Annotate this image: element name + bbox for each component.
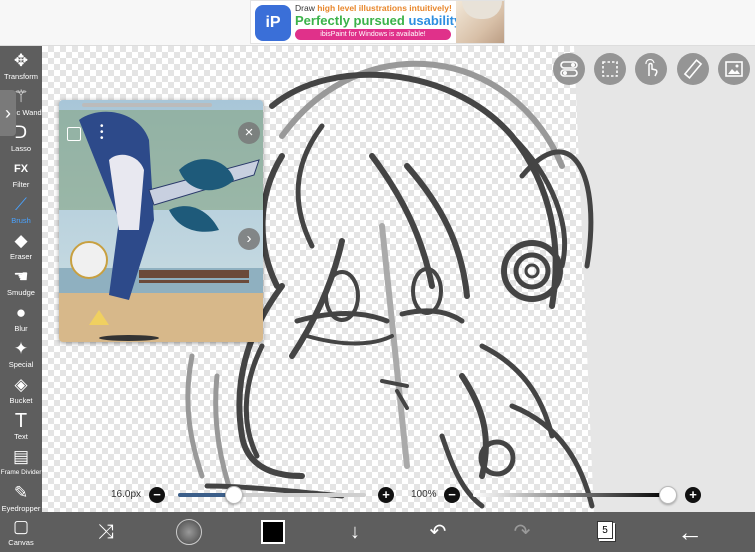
brush-size-minus-button[interactable]: − [149,487,165,503]
brush-size-plus-button[interactable]: + [378,487,394,503]
brush-icon: ⟋ [15,195,27,214]
tool-text[interactable]: T Text [0,410,42,446]
reference-checkbox-icon[interactable] [67,127,81,141]
smudge-icon: ☚ [13,267,29,286]
tool-frame-divider[interactable]: ▤ Frame Divider [0,446,42,482]
reference-image-button[interactable] [718,53,750,85]
more-vertical-icon[interactable]: • • • [100,122,106,144]
redo-icon[interactable]: ↷ [502,512,542,552]
bucket-icon: ◈ [14,375,28,394]
back-arrow-icon[interactable]: ← [670,512,710,552]
tool-bucket[interactable]: ◈ Bucket [0,374,42,410]
ad-bar: iP Draw high level illustrations intuiti… [0,0,755,46]
selection-icon [602,61,618,77]
close-icon[interactable]: × [238,122,260,144]
tool-special[interactable]: ✦ Special [0,338,42,374]
layers-button[interactable]: 5 [597,521,613,539]
move-icon: ✥ [13,51,29,70]
brush-preview[interactable] [176,519,202,545]
ad-headline: Draw high level illustrations intuitivel… [295,3,452,13]
tool-eraser[interactable]: ◆ Eraser [0,230,42,266]
swap-icon[interactable]: ⤨ [86,512,126,552]
text-icon: T [14,410,28,432]
tool-filter[interactable]: FX Filter [0,158,42,194]
ibispaint-logo: iP [255,5,291,41]
frame-divider-icon: ▤ [12,447,30,466]
tool-smudge[interactable]: ☚ Smudge [0,266,42,302]
chevron-right-icon[interactable]: › [0,90,16,136]
reference-drag-handle[interactable] [82,103,212,107]
ruler-button[interactable] [677,53,709,85]
ad-tagline: Perfectly pursued usability! [295,13,466,28]
reference-window[interactable] [59,100,263,342]
ad-banner[interactable]: iP Draw high level illustrations intuiti… [250,0,505,44]
tool-canvas[interactable]: ▢ Canvas [0,516,42,552]
special-sparkle-icon: ✦ [13,339,29,358]
selection-button[interactable] [594,53,626,85]
layer-toggle-button[interactable] [553,53,585,85]
chevron-right-icon[interactable]: › [238,228,260,250]
blur-drop-icon: ● [15,303,27,322]
color-swatch[interactable] [261,520,285,544]
ad-character-image [456,1,504,43]
ruler-icon [683,59,703,79]
fx-icon: FX [13,163,29,175]
ad-pill: ibisPaint for Windows is available! [295,29,451,40]
hand-touch-button[interactable] [635,53,667,85]
reference-artwork-image [59,100,263,342]
opacity-value: 100% [411,489,437,500]
arrow-down-icon[interactable]: ↓ [335,512,375,552]
undo-icon[interactable]: ↶ [418,512,458,552]
opacity-minus-button[interactable]: − [444,487,460,503]
tool-blur[interactable]: ● Blur [0,302,42,338]
hand-touch-icon [645,59,658,77]
tool-brush[interactable]: ⟋ Brush [0,194,42,230]
canvas-icon: ▢ [12,517,30,536]
opacity-slider-track[interactable] [473,493,668,497]
bottom-toolbar: ⤨ ↓ ↶ ↷ ← [42,512,755,552]
eraser-icon: ◆ [14,231,28,250]
opacity-plus-button[interactable]: + [685,487,701,503]
tool-transform[interactable]: ✥ Transform [0,50,42,86]
layer-toggle-icon [560,61,578,77]
reference-image-icon [725,61,743,77]
brush-size-value: 16.0px [111,489,142,500]
opacity-slider-knob[interactable] [659,486,677,504]
tool-eyedropper[interactable]: ✎ Eyedropper [0,482,42,518]
eyedropper-icon: ✎ [13,483,29,502]
